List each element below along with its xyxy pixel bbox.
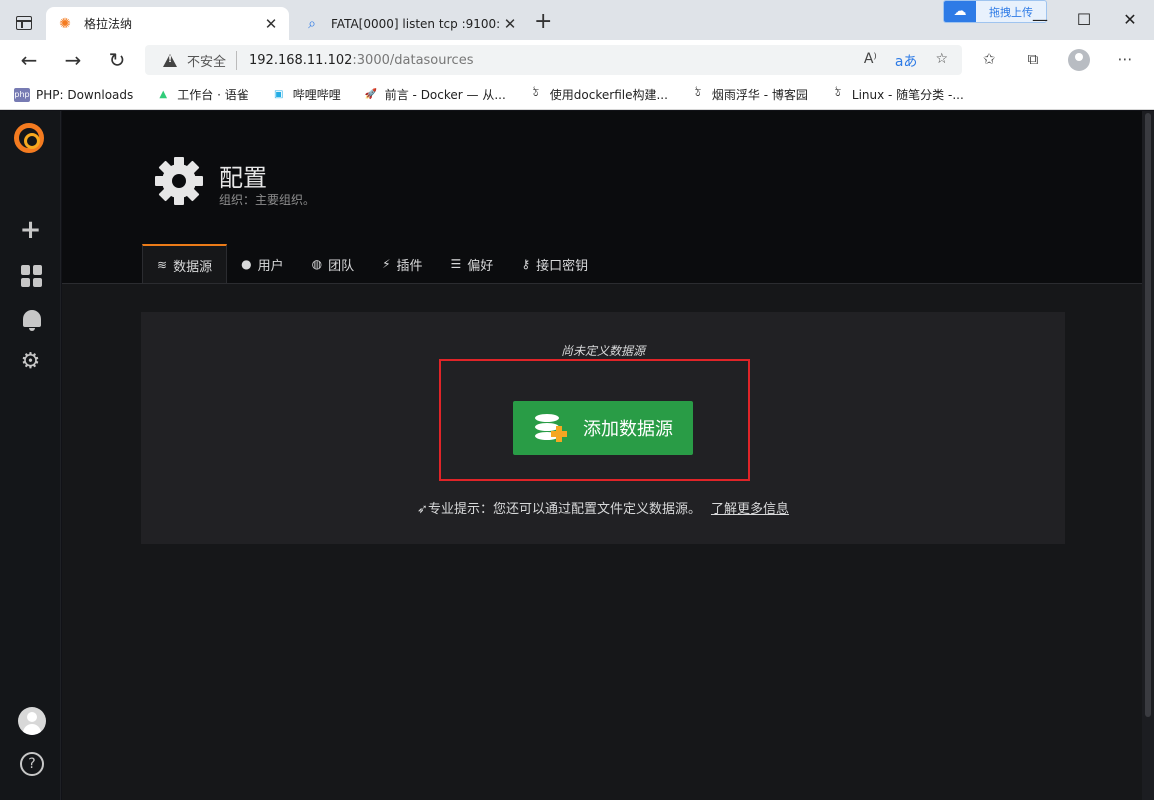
baidu-cloud-icon: ☁ [944, 1, 976, 22]
grafana-sidemenu: + ⚙ ? [0, 111, 61, 800]
add-favorite-icon[interactable]: ☆ [935, 51, 948, 71]
protip: ➶专业提示：您还可以通过配置文件定义数据源。 了解更多信息 [141, 498, 1065, 517]
tab-label: 用户 [257, 258, 284, 274]
page-header: 配置 组织：主要组织。 ≋ 数据源 ● 用户 ◍ 团队 ⚡ 插件 ☰ 偏好 ⚷ … [62, 111, 1142, 284]
forward-arrow-icon[interactable]: → [60, 48, 86, 74]
grafana-main: 配置 组织：主要组织。 ≋ 数据源 ● 用户 ◍ 团队 ⚡ 插件 ☰ 偏好 ⚷ … [62, 111, 1154, 800]
bookmark-label: 哔哩哔哩 [292, 88, 341, 102]
learn-more-link[interactable]: 了解更多信息 [711, 502, 789, 517]
close-window-button[interactable]: ✕ [1115, 10, 1145, 29]
bookmark-label: 工作台 · 语雀 [177, 88, 249, 102]
cnblogs-icon: ঠ [835, 88, 841, 99]
add-datasource-button[interactable]: 添加数据源 [513, 401, 693, 455]
favorites-icon[interactable]: ✩ [978, 50, 1000, 68]
url-path: :3000/datasources [352, 52, 474, 68]
help-icon[interactable]: ? [20, 752, 44, 776]
config-tabs: ≋ 数据源 ● 用户 ◍ 团队 ⚡ 插件 ☰ 偏好 ⚷ 接口密钥 [142, 244, 602, 284]
tab-label: 接口密钥 [536, 258, 589, 274]
key-icon: ⚷ [521, 257, 531, 271]
yuque-icon: ▲ [159, 89, 168, 100]
plug-icon: ⚡ [382, 257, 391, 271]
collections-icon[interactable]: ⧉ [1022, 50, 1044, 68]
bookmarks-bar: php PHP: Downloads ▲ 工作台 · 语雀 ▣ 哔哩哔哩 🚀 前… [0, 80, 1154, 110]
tab-users[interactable]: ● 用户 [227, 244, 298, 284]
user-icon: ● [241, 257, 252, 271]
bookmark-label: 前言 - Docker — 从... [384, 88, 506, 102]
rocket-icon: 🚀 [364, 89, 377, 100]
bookmark-item[interactable]: ঠ 使用dockerfile构建... [528, 86, 668, 103]
configuration-gear-icon[interactable]: ⚙ [0, 349, 61, 374]
protip-text: 专业提示：您还可以通过配置文件定义数据源。 [427, 502, 701, 517]
cnblogs-icon: ঠ [695, 88, 701, 99]
url-host: 192.168.11.102 [249, 52, 353, 68]
rocket-icon: ➶ [417, 502, 428, 517]
read-aloud-icon[interactable]: A⁾ [864, 51, 877, 71]
translate-icon[interactable]: aあ [895, 51, 918, 71]
bookmark-label: PHP: Downloads [36, 87, 134, 102]
add-datasource-label: 添加数据源 [583, 419, 673, 440]
warning-icon [163, 53, 177, 67]
php-icon: php [14, 87, 30, 102]
grafana-logo-icon[interactable] [14, 123, 44, 153]
address-toolbar: ← → ↻ 不安全 192.168.11.102 :3000/datasourc… [0, 40, 1154, 80]
bookmark-label: 烟雨浮华 - 博客园 [711, 88, 808, 102]
tab-datasources[interactable]: ≋ 数据源 [142, 244, 228, 284]
bookmark-item[interactable]: ▣ 哔哩哔哩 [271, 86, 341, 103]
scrollbar[interactable] [1142, 111, 1154, 800]
config-gear-icon [155, 157, 203, 205]
sliders-icon: ☰ [450, 257, 462, 271]
database-icon: ≋ [157, 258, 168, 272]
empty-message: 尚未定义数据源 [560, 344, 645, 358]
page-subtitle: 组织：主要组织。 [219, 193, 316, 207]
tab-teams[interactable]: ◍ 团队 [298, 244, 369, 284]
cnblogs-icon: ঠ [533, 88, 539, 99]
insecure-label[interactable]: 不安全 [187, 50, 238, 70]
search-favicon-icon: ⌕ [308, 15, 316, 32]
bookmark-item[interactable]: ▲ 工作台 · 语雀 [155, 86, 248, 103]
dashboards-icon[interactable] [21, 265, 43, 287]
bookmark-item[interactable]: 🚀 前言 - Docker — 从... [363, 86, 506, 103]
tab-label: 偏好 [467, 258, 494, 274]
close-tab-icon[interactable]: ✕ [502, 15, 518, 33]
new-tab-button[interactable]: + [534, 11, 552, 33]
back-arrow-icon[interactable]: ← [16, 48, 42, 74]
bilibili-icon: ▣ [273, 89, 284, 100]
url-bar[interactable]: 不安全 192.168.11.102 :3000/datasources A⁾ … [145, 45, 962, 75]
grafana-favicon-icon: ✺ [59, 15, 71, 32]
create-plus-icon[interactable]: + [0, 215, 61, 245]
browser-tab-grafana[interactable]: ✺ 格拉法纳 ✕ [46, 7, 289, 40]
page-title: 配置 [219, 164, 267, 192]
profile-avatar[interactable] [1068, 49, 1090, 71]
alerting-bell-icon[interactable] [23, 310, 41, 331]
tab-label: 插件 [396, 258, 423, 274]
maximize-button[interactable]: ☐ [1069, 10, 1099, 29]
tab-actions-icon[interactable] [16, 16, 32, 30]
tab-plugins[interactable]: ⚡ 插件 [368, 244, 436, 284]
refresh-icon[interactable]: ↻ [104, 48, 130, 74]
empty-datasources-panel: 尚未定义数据源 添加数据源 ➶专业提示：您还可以通过配置文件定义数据源。 了解更多… [141, 312, 1065, 544]
browser-tab-bar: ✺ 格拉法纳 ✕ ⌕ FATA[0000] listen tcp :9100: … [0, 0, 1154, 40]
browser-tab-search[interactable]: ⌕ FATA[0000] listen tcp :9100: bind: ✕ [293, 7, 528, 40]
tab-label: 团队 [328, 258, 355, 274]
tab-divider [62, 283, 1142, 284]
tab-title: 格拉法纳 [84, 17, 133, 31]
close-tab-icon[interactable]: ✕ [263, 15, 279, 33]
tab-api-keys[interactable]: ⚷ 接口密钥 [507, 244, 602, 284]
tab-title: FATA[0000] listen tcp :9100: bind: [331, 16, 502, 31]
bookmark-label: Linux - 随笔分类 -... [851, 88, 964, 102]
bookmark-item[interactable]: ঠ Linux - 随笔分类 -... [830, 86, 964, 103]
database-add-icon [533, 412, 567, 444]
more-menu-icon[interactable]: ⋯ [1114, 50, 1136, 68]
minimize-button[interactable]: — [1025, 10, 1055, 29]
team-icon: ◍ [311, 257, 323, 271]
bookmark-item[interactable]: php PHP: Downloads [14, 87, 134, 102]
tab-preferences[interactable]: ☰ 偏好 [437, 244, 508, 284]
tab-label: 数据源 [173, 259, 213, 275]
bookmark-label: 使用dockerfile构建... [549, 88, 668, 102]
user-avatar[interactable] [18, 707, 46, 735]
bookmark-item[interactable]: ঠ 烟雨浮华 - 博客园 [690, 86, 808, 103]
